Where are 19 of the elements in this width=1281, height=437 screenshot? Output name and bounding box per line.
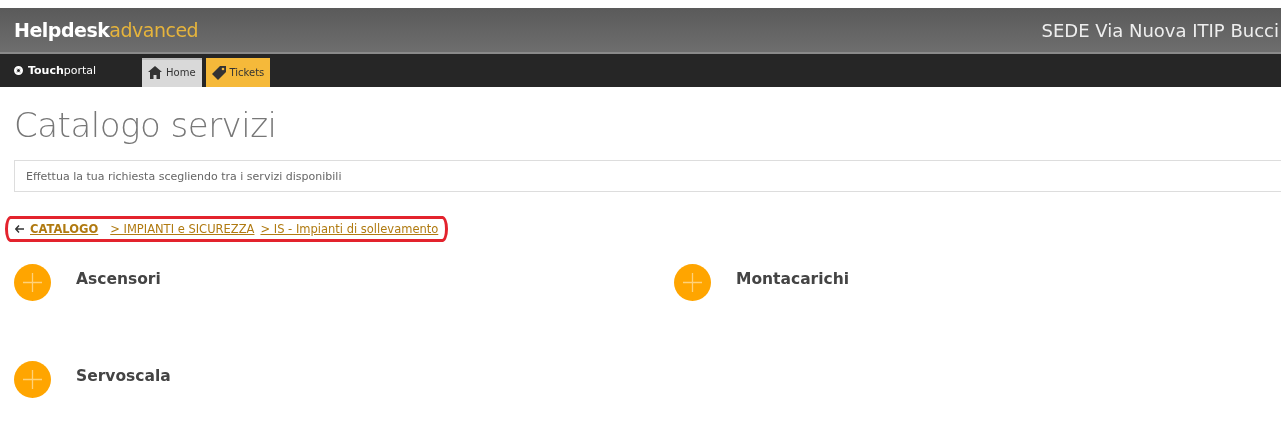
brand-logo: Helpdeskadvanced <box>14 19 199 41</box>
nav-tab[interactable]: Home <box>142 58 202 87</box>
service-title[interactable]: Servoscala <box>76 361 171 385</box>
page-title: Catalogo servizi <box>14 104 278 142</box>
breadcrumb-link[interactable]: CATALOGO <box>30 222 99 236</box>
location-label: SEDE Via Nuova ITIP Bucci <box>1041 19 1279 41</box>
add-icon[interactable] <box>674 264 711 301</box>
back-arrow-icon <box>15 225 24 233</box>
add-icon[interactable] <box>14 361 51 398</box>
add-icon[interactable] <box>14 264 51 301</box>
tag-icon <box>211 65 226 80</box>
search-field[interactable]: Effettua la tua richiesta scegliendo tra i servizi disponibili <box>14 160 1281 192</box>
service-title[interactable]: Ascensori <box>76 264 161 288</box>
breadcrumb-link[interactable]: > IS - Impianti di sollevamento <box>260 222 439 236</box>
nav-tab[interactable]: Tickets <box>205 58 271 87</box>
portal-logo: Touchportal <box>14 64 142 77</box>
service-title[interactable]: Montacarichi <box>736 264 850 288</box>
house-icon <box>148 66 162 79</box>
breadcrumb-link[interactable]: > IMPIANTI e SICUREZZA <box>110 222 255 236</box>
